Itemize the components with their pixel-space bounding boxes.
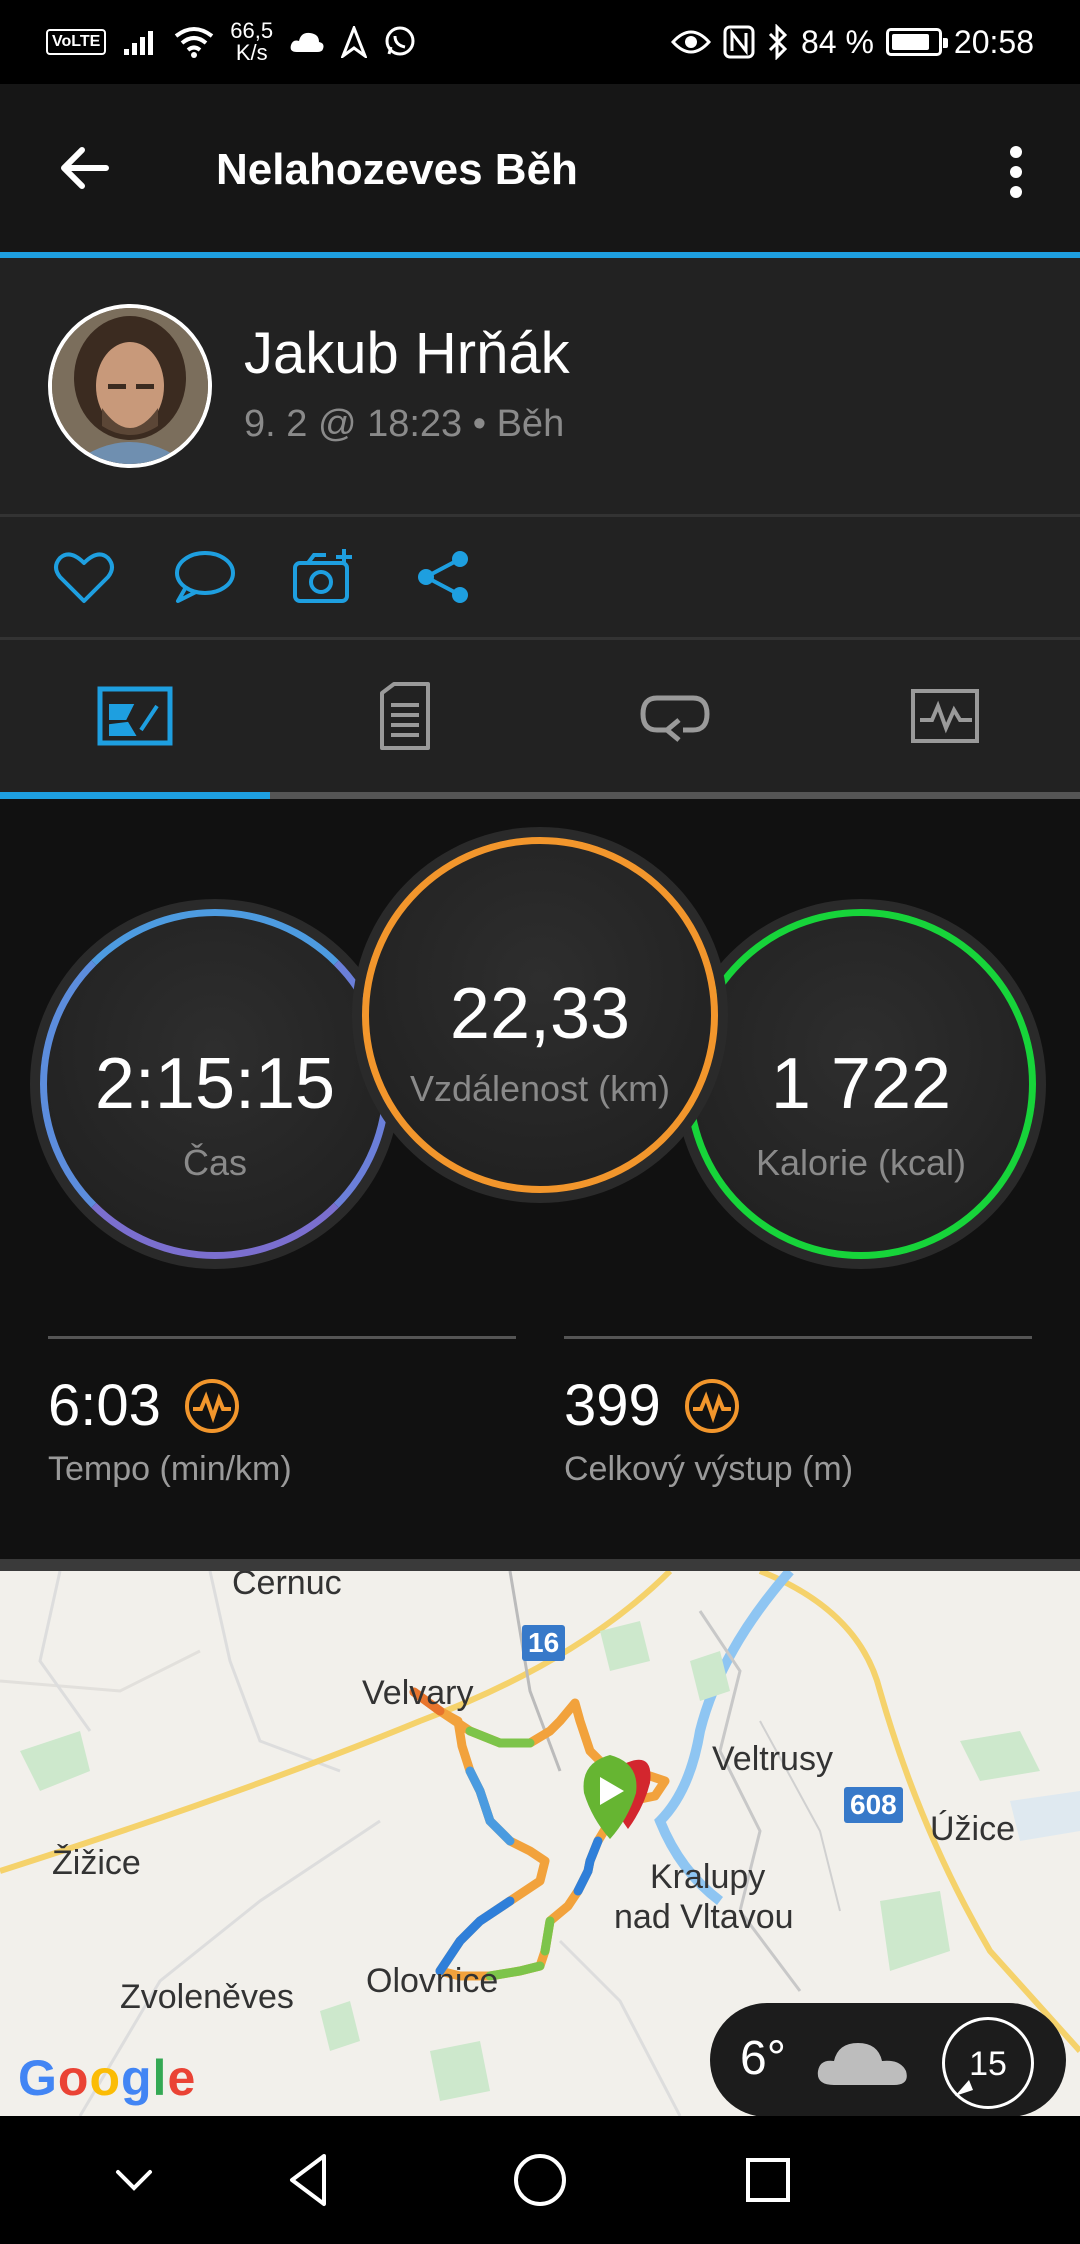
heart-icon[interactable] xyxy=(52,547,116,607)
camera-plus-icon[interactable] xyxy=(292,547,356,607)
back-triangle-icon[interactable] xyxy=(278,2148,342,2212)
road-shield: 16 xyxy=(522,1625,566,1661)
road-shield: 608 xyxy=(844,1787,903,1823)
nfc-icon xyxy=(723,25,755,59)
map-label: Kralupy xyxy=(650,1858,766,1896)
weather-temp: 6° xyxy=(740,2032,786,2085)
map-label: Černuc xyxy=(232,1571,342,1602)
calories-stat-circle: 1 722 Kalorie (kcal) xyxy=(686,909,1036,1259)
calories-value: 1 722 xyxy=(770,1044,952,1124)
system-nav-bar xyxy=(0,2116,1080,2244)
tab-indicator xyxy=(0,792,270,799)
eye-icon xyxy=(670,30,711,54)
divider xyxy=(564,1336,1032,1339)
clock: 20:58 xyxy=(953,24,1034,60)
whatsapp-icon xyxy=(385,26,415,56)
map-label: Zvoleněves xyxy=(120,1978,294,2016)
status-bar: VoLTE 66,5 K/s 84 % 20:58 xyxy=(0,0,1080,84)
map-label: Olovnice xyxy=(366,1962,499,2000)
battery-icon xyxy=(885,28,948,56)
time-stat-circle: 2:15:15 Čas xyxy=(40,909,390,1259)
arrow-left-icon[interactable] xyxy=(56,140,112,196)
tab-details[interactable] xyxy=(270,640,540,792)
ascent-value: 399 xyxy=(564,1373,661,1438)
map-label: Veltrusy xyxy=(712,1740,833,1778)
calories-label: Kalorie (kcal) xyxy=(755,1142,967,1183)
comment-icon[interactable] xyxy=(172,547,236,607)
chevron-down-icon[interactable] xyxy=(102,2148,166,2212)
time-value: 2:15:15 xyxy=(94,1044,336,1124)
user-name: Jakub Hrňák xyxy=(244,321,570,386)
distance-label: Vzdálenost (km) xyxy=(409,1068,671,1109)
loop-icon xyxy=(640,695,710,742)
weather-widget[interactable]: 6° 15 xyxy=(710,2003,1066,2116)
share-icon[interactable] xyxy=(412,547,476,607)
document-icon xyxy=(380,682,430,750)
map-label: Úžice xyxy=(930,1810,1016,1848)
bluetooth-icon xyxy=(768,24,788,60)
tab-laps[interactable] xyxy=(540,640,810,792)
distance-value: 22,33 xyxy=(449,974,631,1054)
divider xyxy=(0,1559,1080,1571)
activity-meta: 9. 2 @ 18:23 • Běh xyxy=(244,403,565,445)
pulse-icon xyxy=(184,1379,239,1433)
tab-charts[interactable] xyxy=(810,640,1080,792)
overview-icon xyxy=(97,686,173,746)
wind-indicator: 15 xyxy=(942,2017,1034,2109)
avatar[interactable] xyxy=(48,304,212,468)
action-row xyxy=(0,517,1080,637)
pace-label: Tempo (min/km) xyxy=(48,1450,292,1488)
pace-value: 6:03 xyxy=(48,1373,161,1438)
route-map[interactable]: Černuc Velvary Veltrusy Úžice Žižice Kra… xyxy=(0,1571,1080,2116)
volte-indicator: VoLTE xyxy=(46,29,107,55)
app-bar: Nelahozeves Běh xyxy=(0,84,1080,252)
divider xyxy=(48,1336,516,1339)
cloud-icon xyxy=(817,2043,907,2085)
map-label: nad Vltavou xyxy=(614,1898,794,1936)
signal-icon xyxy=(124,31,154,55)
map-label: Velvary xyxy=(362,1674,474,1712)
more-vert-icon[interactable] xyxy=(996,144,1036,200)
page-title: Nelahozeves Běh xyxy=(216,145,578,194)
wifi-icon xyxy=(175,27,214,58)
distance-stat-circle: 22,33 Vzdálenost (km) xyxy=(362,837,718,1193)
wind-direction-icon xyxy=(955,2080,973,2096)
tab-overview[interactable] xyxy=(0,640,270,792)
tab-bar xyxy=(0,640,1080,792)
battery-percent: 84 % xyxy=(800,24,874,60)
navigation-icon xyxy=(341,26,368,58)
chart-icon xyxy=(911,689,979,743)
recents-square-icon[interactable] xyxy=(736,2148,800,2212)
map-label: Žižice xyxy=(52,1844,141,1882)
cloud-icon xyxy=(290,32,324,52)
activity-owner: Jakub Hrňák 9. 2 @ 18:23 • Běh xyxy=(0,258,1080,514)
ascent-label: Celkový výstup (m) xyxy=(564,1450,854,1488)
stats-panel: 2:15:15 Čas 1 722 Kalorie (kcal) 22,33 V… xyxy=(0,799,1080,1559)
ascent-stat: 399 xyxy=(564,1373,741,1439)
pace-stat: 6:03 xyxy=(48,1373,241,1439)
home-circle-icon[interactable] xyxy=(508,2148,572,2212)
pulse-icon xyxy=(684,1379,739,1433)
net-speed: 66,5 K/s xyxy=(230,18,274,65)
google-logo: Google xyxy=(18,2050,197,2106)
time-label: Čas xyxy=(182,1142,248,1183)
